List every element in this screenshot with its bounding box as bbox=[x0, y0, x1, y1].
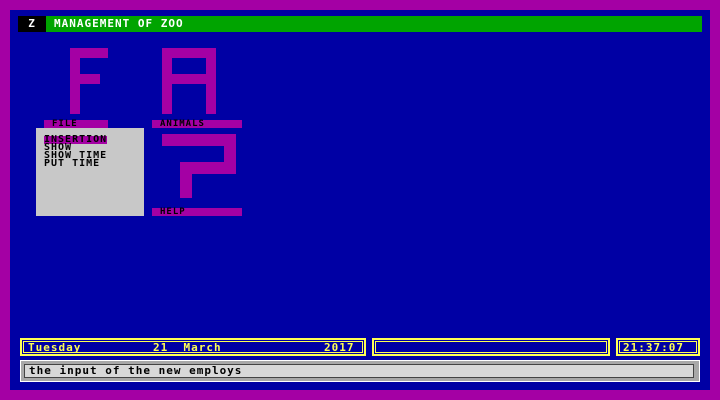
clock-text: 21:37:07 bbox=[623, 341, 684, 354]
message-bar: the input of the new employs bbox=[20, 360, 700, 382]
animals-label[interactable]: ANIMALS bbox=[152, 120, 242, 129]
desktop: Z MANAGEMENT OF ZOO FILE ANIMALS HELP IN… bbox=[10, 10, 710, 390]
file-menu: INSERTION SHOW SHOW TIME PUT TIME bbox=[36, 128, 144, 216]
animals-icon[interactable] bbox=[162, 48, 216, 114]
status-field bbox=[372, 338, 610, 356]
help-icon[interactable] bbox=[162, 134, 236, 200]
message-text: the input of the new employs bbox=[29, 364, 243, 377]
day-text: Tuesday bbox=[28, 341, 82, 354]
year-text: 2017 bbox=[324, 341, 355, 354]
menu-item-put-time[interactable]: PUT TIME bbox=[44, 159, 100, 169]
file-label[interactable]: FILE bbox=[44, 120, 108, 129]
title-bar: Z MANAGEMENT OF ZOO bbox=[18, 16, 702, 32]
date-box: Tuesday 21 March 2017 bbox=[20, 338, 366, 356]
clock-box: 21:37:07 bbox=[616, 338, 700, 356]
date-text: 21 March bbox=[153, 341, 222, 354]
file-icon[interactable] bbox=[70, 48, 110, 114]
app-badge[interactable]: Z bbox=[18, 16, 46, 32]
app-title: MANAGEMENT OF ZOO bbox=[54, 17, 184, 30]
help-label[interactable]: HELP bbox=[152, 208, 242, 217]
